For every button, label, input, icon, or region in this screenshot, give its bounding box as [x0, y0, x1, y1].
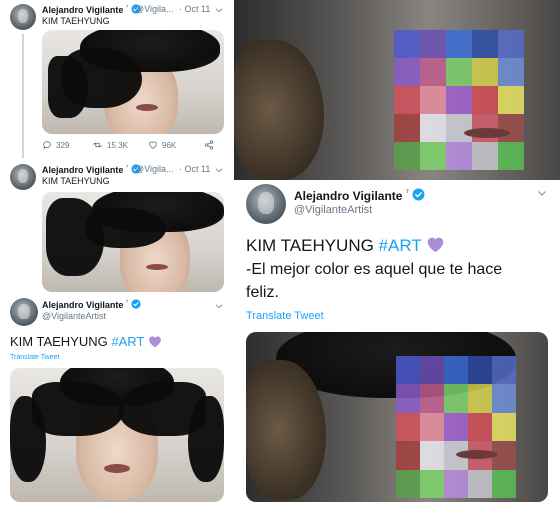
retweet-button[interactable]: 15.3K [92, 140, 148, 150]
author-name-text: Alejandro Vigilante [42, 300, 124, 310]
tweet-image[interactable] [42, 192, 224, 292]
avatar[interactable] [10, 298, 38, 326]
chevron-down-icon[interactable] [214, 298, 224, 316]
tweet-text-main: KIM TAEHYUNG [10, 334, 108, 349]
author-handle[interactable]: @VigilanteArtist [294, 204, 372, 216]
author-name[interactable]: Alejandro Vigilante ⁷ [294, 187, 425, 203]
reply-count: 329 [56, 140, 70, 150]
author-name-text: Alejandro Vigilante [42, 165, 124, 175]
tweet-text: KIM TAEHYUNG [42, 16, 110, 26]
image-mouth [136, 104, 158, 111]
image-mouth [146, 264, 168, 270]
author-name[interactable]: Alejandro Vigilante ⁷ [42, 299, 141, 310]
artwork-color-grid [394, 30, 524, 170]
artwork-image-top[interactable] [234, 0, 560, 180]
tweet-text: KIM TAEHYUNG #ART [246, 236, 445, 256]
author-name[interactable]: Alejandro Vigilante ⁷ [42, 164, 141, 175]
author-handle-text: @Vigila... [135, 164, 174, 174]
hashtag-link[interactable]: #ART [111, 334, 144, 349]
tweet-panel-2: Alejandro Vigilante ⁷ @Vigila... · Oct 1… [0, 160, 232, 292]
translate-tweet-link[interactable]: Translate Tweet [10, 354, 59, 361]
chevron-down-icon[interactable] [214, 162, 224, 180]
author-name-text: Alejandro Vigilante [294, 189, 403, 203]
like-button[interactable]: 96K [148, 140, 204, 150]
thread-line [22, 34, 24, 158]
author-handle-text: @Vigila... [135, 4, 174, 14]
like-count: 96K [162, 140, 177, 150]
hashtag-link[interactable]: #ART [379, 236, 422, 255]
tweet-actions: 329 15.3K 96K [42, 140, 224, 150]
image-color-grid [396, 356, 516, 498]
share-button[interactable] [204, 140, 214, 150]
tweet-date[interactable]: · Oct 11 [179, 4, 210, 14]
author-name-text: Alejandro Vigilante [42, 5, 124, 15]
author-name-superscript: ⁷ [125, 299, 129, 306]
share-icon [204, 140, 214, 150]
like-icon [149, 141, 157, 149]
avatar[interactable] [246, 184, 286, 224]
chevron-down-icon[interactable] [536, 186, 548, 204]
tweet-image[interactable] [10, 368, 224, 502]
tweet-date[interactable]: · Oct 11 [179, 164, 210, 174]
image-hand-right [188, 396, 224, 482]
author-name-superscript: ⁷ [405, 187, 409, 197]
tweet-panel-3: Alejandro Vigilante ⁷ @VigilanteArtist K… [0, 294, 232, 508]
tweet-panel-1: Alejandro Vigilante ⁷ @Vigila... · Oct 1… [0, 0, 232, 158]
tweet-image[interactable] [42, 30, 224, 134]
author-name-superscript: ⁷ [125, 4, 129, 11]
tweet-image[interactable] [246, 332, 548, 502]
reply-icon [43, 141, 51, 150]
avatar[interactable] [10, 164, 36, 190]
tweet-text-line-2: -El mejor color es aquel que te hace [246, 261, 503, 278]
reply-button[interactable]: 329 [42, 140, 92, 150]
author-handle[interactable]: @VigilanteArtist [42, 311, 106, 321]
verified-badge-icon [412, 188, 425, 201]
image-black-paint-hand [48, 56, 88, 118]
retweet-icon [93, 142, 102, 148]
retweet-count: 15.3K [107, 140, 128, 150]
purple-heart-icon [427, 237, 444, 253]
avatar[interactable] [10, 4, 36, 30]
translate-tweet-link[interactable]: Translate Tweet [246, 310, 324, 322]
artwork-mouth [464, 128, 510, 138]
author-name[interactable]: Alejandro Vigilante ⁷ [42, 4, 141, 15]
image-black-paint-left [32, 382, 124, 436]
verified-badge-icon [131, 299, 141, 309]
author-handle[interactable]: @Vigila... · Oct 11 [135, 4, 210, 14]
author-handle[interactable]: @Vigila... · Oct 11 [135, 164, 210, 174]
author-name-superscript: ⁷ [125, 164, 129, 171]
image-mouth [456, 450, 498, 459]
chevron-down-icon[interactable] [214, 2, 224, 20]
tweet-text: KIM TAEHYUNG #ART [10, 334, 162, 349]
tweet-text-line-3: feliz. [246, 284, 279, 301]
purple-heart-icon [148, 336, 161, 348]
tweet-text: KIM TAEHYUNG [42, 176, 110, 186]
image-mouth [104, 464, 130, 473]
tweet-text-main: KIM TAEHYUNG [246, 236, 374, 255]
tweet-panel-4: Alejandro Vigilante ⁷ @VigilanteArtist K… [234, 180, 560, 508]
